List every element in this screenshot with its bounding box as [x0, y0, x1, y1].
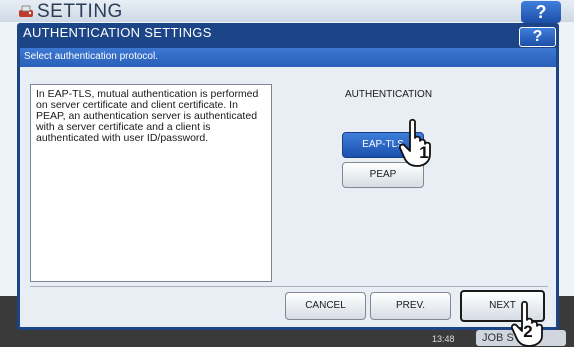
clock-time: 13:48 — [432, 334, 455, 344]
divider — [30, 286, 548, 287]
printer-icon — [19, 5, 33, 17]
step-number-1: 1 — [419, 143, 429, 162]
prev-button[interactable]: PREV. — [370, 292, 451, 320]
description-text: In EAP-TLS, mutual authentication is per… — [36, 88, 259, 144]
authentication-label: AUTHENTICATION — [345, 89, 433, 100]
dialog-title: AUTHENTICATION SETTINGS — [23, 25, 212, 40]
dialog-body: In EAP-TLS, mutual authentication is per… — [20, 67, 556, 327]
instruction-bar: Select authentication protocol. — [20, 48, 556, 67]
instruction-text: Select authentication protocol. — [24, 51, 158, 62]
authentication-settings-dialog: AUTHENTICATION SETTINGS ? Select authent… — [17, 23, 559, 330]
cancel-button[interactable]: CANCEL — [285, 292, 366, 320]
description-box: In EAP-TLS, mutual authentication is per… — [30, 84, 272, 282]
background-help-button[interactable]: ? — [521, 1, 561, 23]
step-number-2: 2 — [523, 322, 533, 341]
background-title: SETTING — [37, 1, 123, 22]
dialog-help-button[interactable]: ? — [519, 27, 556, 47]
